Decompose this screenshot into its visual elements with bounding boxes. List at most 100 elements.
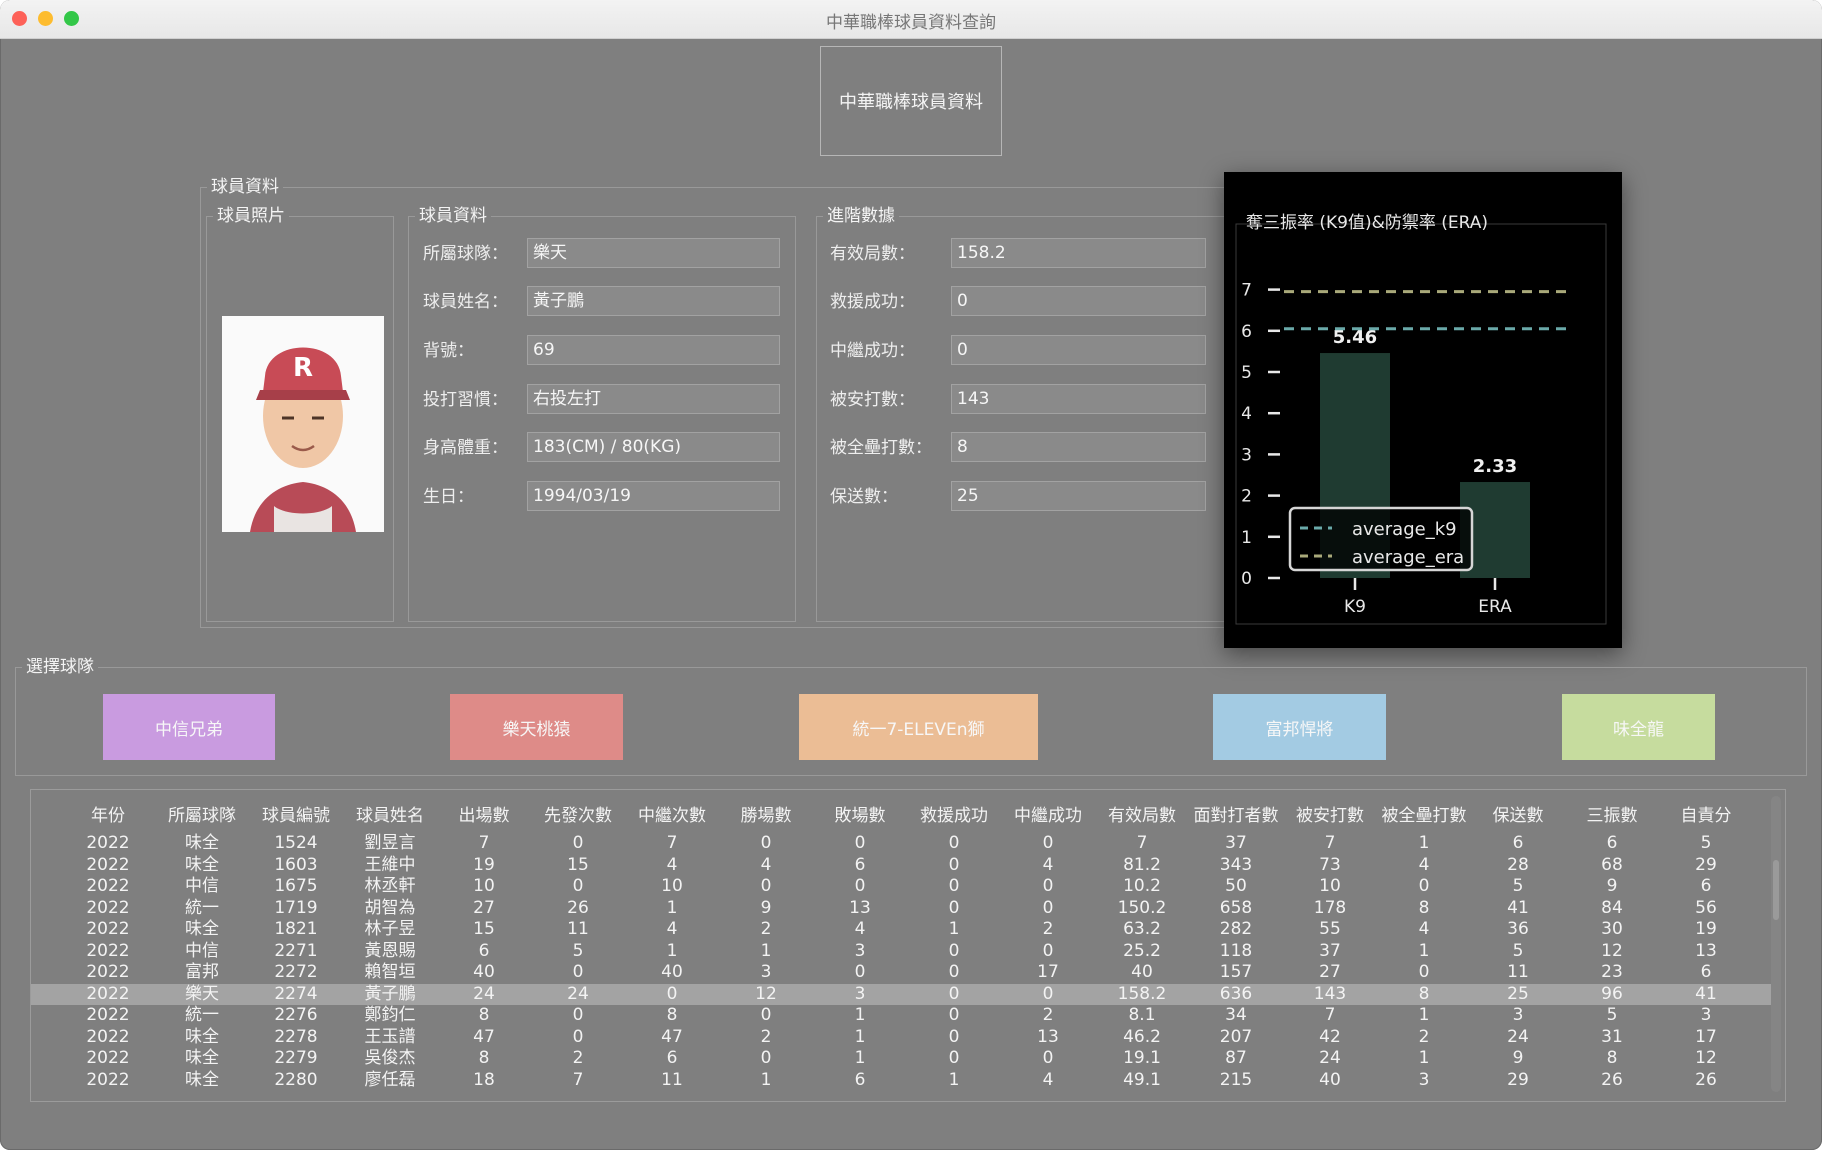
column-header[interactable]: 球員姓名 <box>343 802 437 830</box>
table-cell: 王玉譜 <box>364 1026 416 1047</box>
table-cell: 10 <box>473 876 495 896</box>
column-header[interactable]: 先發次數 <box>531 802 625 830</box>
table-cell: 0 <box>572 1005 584 1025</box>
column-header[interactable]: 有效局數 <box>1095 802 1189 830</box>
table-cell: 8 <box>1418 897 1430 918</box>
table-cell: 6 <box>1606 833 1618 853</box>
advanced-section: 進階數據 <box>816 207 1228 622</box>
table-cell: 68 <box>1601 854 1623 875</box>
table-cell: 2022 <box>86 1069 130 1090</box>
home-runs-allowed-field[interactable]: 8 <box>951 432 1206 462</box>
innings-field[interactable]: 158.2 <box>951 238 1206 268</box>
table-cell: 27 <box>1319 962 1341 982</box>
table-cell: 1 <box>1418 940 1430 961</box>
table-scrollbar[interactable] <box>1771 796 1781 1092</box>
table-row[interactable]: 2022 中信 1675 林丞軒 10 0 10 0 0 0 0 10.2 50 10 0 5 9 6 <box>31 876 1771 898</box>
height-weight-field[interactable]: 183(CM) / 80(KG) <box>527 432 780 462</box>
team-button-ctbc-brothers[interactable]: 中信兄弟 <box>103 694 275 760</box>
table-cell: 13 <box>1695 940 1717 961</box>
table-cell: 0 <box>854 876 866 896</box>
walks-field[interactable]: 25 <box>951 481 1206 511</box>
table-cell: 5 <box>1700 833 1712 853</box>
table-cell: 19 <box>473 854 495 875</box>
table-cell: 1603 <box>274 854 318 875</box>
column-header[interactable]: 被全壘打數 <box>1377 802 1471 830</box>
birthday-field[interactable]: 1994/03/19 <box>527 481 780 511</box>
column-header[interactable]: 面對打者數 <box>1189 802 1283 830</box>
table-cell: 29 <box>1507 1069 1529 1090</box>
table-cell: 11 <box>1507 962 1529 982</box>
column-header[interactable]: 出場數 <box>437 802 531 830</box>
table-cell: 26 <box>1695 1069 1717 1090</box>
table-cell: 7 <box>1136 833 1148 853</box>
name-field[interactable]: 黃子鵬 <box>527 286 780 316</box>
column-header[interactable]: 所屬球隊 <box>155 802 249 830</box>
column-header[interactable]: 勝場數 <box>719 802 813 830</box>
column-header[interactable]: 三振數 <box>1565 802 1659 830</box>
y-tick-label: 6 <box>1241 322 1252 342</box>
table-row[interactable]: 2022 富邦 2272 賴智垣 40 0 40 3 0 0 17 40 157 27 0 11 23 6 <box>31 962 1771 984</box>
table-cell: 4 <box>1418 919 1430 939</box>
table-cell: 96 <box>1601 983 1623 1004</box>
handedness-field[interactable]: 右投左打 <box>527 384 780 414</box>
table-row[interactable]: 2022 味全 1821 林子昱 15 11 4 2 4 1 2 63.2 282 55 4 36 30 19 <box>31 919 1771 941</box>
column-header[interactable]: 保送數 <box>1471 802 1565 830</box>
innings-label: 有效局數： <box>830 244 915 264</box>
table-row[interactable]: 2022 中信 2271 黃恩賜 6 5 1 1 3 0 0 25.2 118 37 1 5 12 13 <box>31 941 1771 963</box>
table-cell: 8 <box>1606 1048 1618 1068</box>
table-cell: 47 <box>661 1026 683 1047</box>
table-cell: 3 <box>760 962 772 982</box>
number-field[interactable]: 69 <box>527 335 780 365</box>
column-header[interactable]: 自責分 <box>1659 802 1753 830</box>
column-header[interactable]: 中繼成功 <box>1001 802 1095 830</box>
table-row[interactable]: 2022 味全 1524 劉昱言 7 0 7 0 0 0 0 7 37 7 1 6 6 5 <box>31 833 1771 855</box>
table-cell: 0 <box>948 876 960 896</box>
holds-label: 中繼成功： <box>830 341 915 361</box>
saves-label: 救援成功： <box>830 292 915 312</box>
table-cell: 2 <box>760 1026 772 1047</box>
table-cell: 81.2 <box>1123 854 1161 875</box>
table-row[interactable]: 2022 味全 2280 廖任磊 18 7 11 1 6 1 4 49.1 215 40 3 29 26 26 <box>31 1070 1771 1092</box>
table-cell: 1 <box>760 1069 772 1090</box>
table-cell: 0 <box>760 833 772 853</box>
table-cell: 3 <box>1418 1069 1430 1090</box>
saves-field[interactable]: 0 <box>951 286 1206 316</box>
table-cell: 0 <box>854 833 866 853</box>
team-button-fubon-guardians[interactable]: 富邦悍將 <box>1213 694 1386 760</box>
table-cell: 8 <box>478 1048 490 1068</box>
table-cell: 84 <box>1601 897 1623 918</box>
table-cell: 40 <box>661 962 683 982</box>
column-header[interactable]: 球員編號 <box>249 802 343 830</box>
team-field[interactable]: 樂天 <box>527 238 780 268</box>
table-cell: 7 <box>1324 1005 1336 1025</box>
team-button-uni-lions[interactable]: 統一7-ELEVEn獅 <box>799 694 1038 760</box>
table-scrollbar-thumb[interactable] <box>1773 860 1779 920</box>
table-row[interactable]: 2022 統一 1719 胡智為 27 26 1 9 13 0 0 150.2 658 178 8 41 84 5… <box>31 898 1771 920</box>
table-cell: 吳俊杰 <box>364 1048 416 1068</box>
team-label: 所屬球隊： <box>423 244 508 264</box>
team-button-rakuten-monkeys[interactable]: 樂天桃猿 <box>450 694 623 760</box>
table-row[interactable]: 2022 樂天 2274 黃子鵬 24 24 0 12 3 0 0 158.2 636 143 8 25 96 4… <box>31 983 1771 1005</box>
table-cell: 19 <box>1695 919 1717 939</box>
y-tick-label: 1 <box>1241 528 1252 548</box>
table-header: 年份 所屬球隊 球員編號 球員姓名 出場數 先發次數 中繼次數 勝場數 敗場數 救援成功 中繼成功有… <box>31 802 1771 830</box>
table-cell: 2271 <box>274 940 318 961</box>
holds-field[interactable]: 0 <box>951 335 1206 365</box>
column-header[interactable]: 中繼次數 <box>625 802 719 830</box>
table-row[interactable]: 2022 統一 2276 鄭鈞仁 8 0 8 0 1 0 2 8.1 34 7 1 3 5 3 <box>31 1005 1771 1027</box>
table-row[interactable]: 2022 味全 1603 王維中 19 15 4 4 6 0 4 81.2 343 73 4 28 68 29 <box>31 855 1771 877</box>
column-header[interactable]: 敗場數 <box>813 802 907 830</box>
table-cell: 1524 <box>274 833 318 853</box>
table-row[interactable]: 2022 味全 2278 王玉譜 47 0 47 2 1 0 13 46.2 207 42 2 24 31 17 <box>31 1027 1771 1049</box>
table-cell: 40 <box>1131 962 1153 982</box>
column-header[interactable]: 年份 <box>61 802 155 830</box>
column-header[interactable]: 救援成功 <box>907 802 1001 830</box>
table-cell: 9 <box>1512 1048 1524 1068</box>
table-cell: 胡智為 <box>364 897 416 918</box>
team-button-wei-chuan-dragons[interactable]: 味全龍 <box>1562 694 1715 760</box>
column-header[interactable]: 被安打數 <box>1283 802 1377 830</box>
hits-allowed-field[interactable]: 143 <box>951 384 1206 414</box>
table-cell: 178 <box>1313 897 1347 918</box>
table-row[interactable]: 2022 味全 2279 吳俊杰 8 2 6 0 1 0 0 19.1 87 24 1 9 8 12 <box>31 1048 1771 1070</box>
stats-table[interactable]: 年份 所屬球隊 球員編號 球員姓名 出場數 先發次數 中繼次數 勝場數 敗場數 救援成功 中繼成功有… <box>30 789 1786 1102</box>
